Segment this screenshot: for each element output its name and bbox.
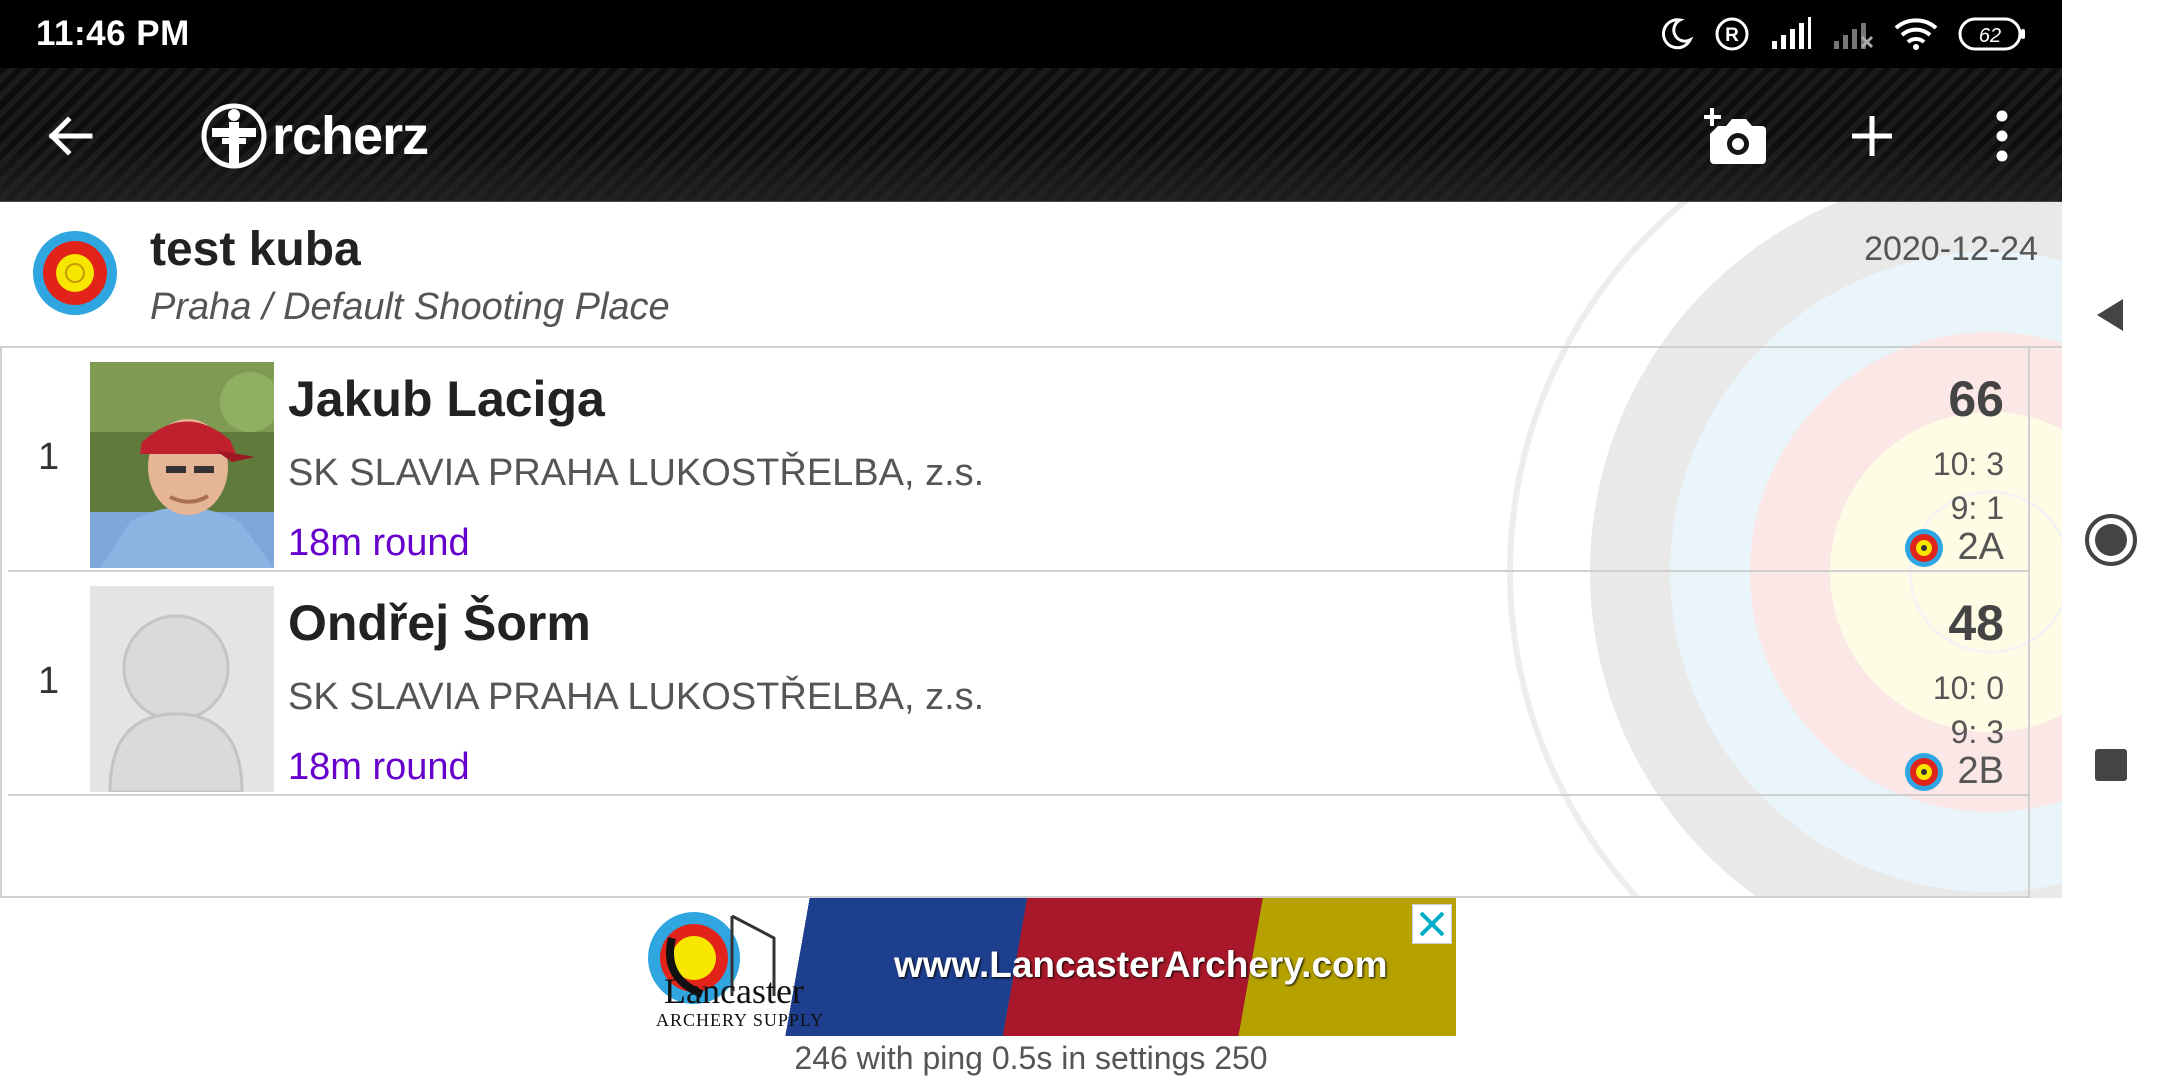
result-row[interactable]: 1 Jakub Laciga SK SLAVIA PRAHA LUKOSTŘEL… bbox=[8, 348, 2028, 572]
status-time: 11:46 PM bbox=[36, 14, 190, 53]
nav-recents-button[interactable] bbox=[2062, 716, 2160, 814]
arrow-left-icon bbox=[48, 116, 93, 156]
moon-icon bbox=[1658, 16, 1694, 52]
result-row[interactable]: 1 Ondřej Šorm SK SLAVIA PRAHA LUKOSTŘELB… bbox=[8, 572, 2028, 796]
status-icons: R 62 bbox=[1658, 12, 2026, 56]
target-icon bbox=[1904, 528, 1943, 567]
add-button[interactable] bbox=[1836, 100, 1908, 172]
round-link[interactable]: 18m round bbox=[288, 522, 470, 565]
athlete-name: Ondřej Šorm bbox=[288, 595, 591, 651]
target-label: 2B bbox=[1957, 750, 2004, 792]
overflow-menu-button[interactable] bbox=[1966, 100, 2038, 172]
more-vert-icon bbox=[1996, 110, 2008, 162]
plus-icon bbox=[1852, 116, 1892, 156]
back-button[interactable] bbox=[40, 106, 100, 166]
event-date: 2020-12-24 bbox=[1864, 230, 2038, 268]
ad-subtitle: ARCHERY SUPPLY bbox=[656, 1010, 825, 1030]
ad-close-button[interactable] bbox=[1412, 904, 1452, 944]
target-icon bbox=[1904, 752, 1943, 791]
wifi-icon bbox=[1894, 17, 1938, 51]
add-photo-icon bbox=[1704, 108, 1766, 164]
app-logo-text: rcherz bbox=[272, 106, 429, 166]
ad-banner[interactable]: Lancaster ARCHERY SUPPLY www.LancasterAr… bbox=[574, 898, 1456, 1036]
event-title: test kuba bbox=[150, 223, 361, 276]
placeholder-avatar bbox=[90, 586, 274, 792]
nav-home-button[interactable] bbox=[2062, 491, 2160, 589]
total-score: 48 bbox=[1948, 595, 2004, 651]
athlete-photo bbox=[90, 362, 274, 568]
status-bar: 11:46 PM R 62 bbox=[0, 0, 2062, 68]
results-list: 1 Jakub Laciga SK SLAVIA PRAHA LUKOSTŘEL… bbox=[0, 348, 2030, 898]
nines-count: 9: 1 bbox=[1950, 490, 2004, 526]
app-toolbar: rcherz bbox=[0, 68, 2062, 202]
add-photo-button[interactable] bbox=[1700, 100, 1772, 172]
ad-url: www.LancasterArchery.com bbox=[894, 944, 1388, 985]
svg-text:R: R bbox=[1725, 25, 1739, 46]
athlete-club: SK SLAVIA PRAHA LUKOSTŘELBA, z.s. bbox=[288, 452, 985, 494]
debug-footer-text: 246 with ping 0.5s in settings 250 bbox=[794, 1040, 1268, 1076]
close-icon bbox=[1419, 911, 1445, 937]
system-navigation-bar bbox=[2062, 0, 2160, 1080]
event-header[interactable]: test kuba Praha / Default Shooting Place… bbox=[0, 202, 2062, 348]
ad-brand: Lancaster bbox=[664, 971, 804, 1011]
archerz-logo-icon bbox=[201, 103, 267, 169]
square-recents-icon bbox=[2095, 749, 2127, 781]
target-icon bbox=[33, 231, 117, 315]
athlete-name: Jakub Laciga bbox=[288, 371, 605, 427]
circle-home-icon bbox=[2085, 514, 2137, 566]
round-link[interactable]: 18m round bbox=[288, 746, 470, 789]
total-score: 66 bbox=[1948, 371, 2004, 427]
nav-back-button[interactable] bbox=[2062, 266, 2160, 364]
registered-icon: R bbox=[1714, 16, 1750, 52]
svg-text:62: 62 bbox=[1979, 25, 2001, 47]
event-place: Praha / Default Shooting Place bbox=[150, 286, 670, 328]
tens-count: 10: 3 bbox=[1932, 446, 2004, 482]
target-label: 2A bbox=[1957, 526, 2004, 568]
athlete-club: SK SLAVIA PRAHA LUKOSTŘELBA, z.s. bbox=[288, 676, 985, 718]
app-logo: rcherz bbox=[200, 96, 429, 176]
signal-icon bbox=[1770, 17, 1812, 51]
tens-count: 10: 0 bbox=[1932, 670, 2004, 706]
nines-count: 9: 3 bbox=[1950, 714, 2004, 750]
signal-no-sim-icon bbox=[1832, 17, 1874, 51]
result-rank: 1 bbox=[38, 436, 60, 478]
result-rank: 1 bbox=[38, 660, 60, 702]
target-assignment: 2B bbox=[1904, 750, 2004, 793]
triangle-back-icon bbox=[2097, 299, 2123, 331]
target-assignment: 2A bbox=[1904, 526, 2004, 569]
battery-icon: 62 bbox=[1958, 17, 2026, 51]
results-content: test kuba Praha / Default Shooting Place… bbox=[0, 202, 2062, 898]
